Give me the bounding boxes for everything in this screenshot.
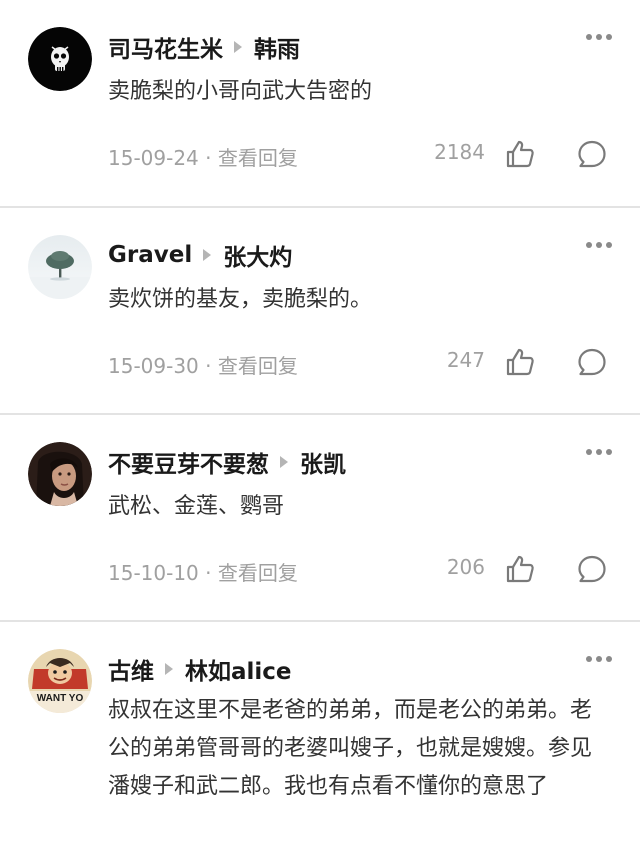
comment-author-line: 古维 林如alice [108, 652, 292, 686]
cartoon-avatar-icon: WANT YO [28, 649, 92, 713]
reply-bubble-icon[interactable] [576, 138, 608, 170]
comment-meta: 15-09-24 · 查看回复 [108, 142, 298, 171]
comment-text: 叔叔在这里不是老爸的弟弟，而是老公的弟弟。老公的弟弟管哥哥的老婆叫嫂子，也就是嫂… [108, 698, 593, 799]
view-replies-link[interactable]: 查看回复 [218, 561, 298, 585]
meta-separator: · [205, 146, 212, 170]
username[interactable]: 古维 [108, 652, 154, 686]
comment-meta: 15-09-30 · 查看回复 [108, 350, 298, 379]
like-count: 206 [446, 555, 485, 579]
thumbs-up-icon[interactable] [504, 553, 536, 585]
meta-separator: · [205, 354, 212, 378]
comment-author-line: Gravel 张大灼 [108, 238, 292, 272]
avatar[interactable] [28, 442, 92, 506]
comment-item: Gravel 张大灼 卖炊饼的基友，卖脆梨的。 15-09-30 · 查看回复 … [0, 208, 640, 415]
avatar[interactable]: WANT YO [28, 649, 92, 713]
comment-date: 15-09-30 [108, 354, 199, 378]
more-options-icon[interactable] [586, 656, 612, 662]
reply-arrow-icon [280, 456, 288, 468]
reply-arrow-icon [165, 663, 173, 675]
comment-date: 15-10-10 [108, 561, 199, 585]
view-replies-link[interactable]: 查看回复 [218, 354, 298, 378]
reply-to-username[interactable]: 张大灼 [223, 238, 292, 272]
username[interactable]: Gravel [108, 242, 192, 268]
reply-arrow-icon [203, 249, 212, 261]
more-options-icon[interactable] [586, 242, 612, 248]
avatar[interactable] [28, 235, 92, 299]
username[interactable]: 司马花生米 [108, 30, 223, 64]
reply-bubble-icon[interactable] [576, 346, 608, 378]
reply-to-username[interactable]: 张凯 [300, 445, 346, 479]
more-options-icon[interactable] [586, 34, 612, 40]
view-replies-link[interactable]: 查看回复 [218, 146, 298, 170]
reply-bubble-icon[interactable] [576, 553, 608, 585]
comment-feed: 司马花生米 韩雨 卖脆梨的小哥向武大告密的 15-09-24 · 查看回复 21… [0, 0, 640, 863]
username[interactable]: 不要豆芽不要葱 [108, 445, 269, 479]
reply-to-username[interactable]: 林如alice [185, 652, 292, 686]
comment-meta: 15-10-10 · 查看回复 [108, 557, 298, 586]
comment-item: 不要豆芽不要葱 张凯 武松、金莲、鹦哥 15-10-10 · 查看回复 206 [0, 415, 640, 622]
comment-item: WANT YO 古维 林如alice 叔叔在这里不是老爸的弟弟，而是老公的弟弟。… [0, 622, 640, 863]
portrait-avatar-icon [28, 442, 92, 506]
comment-item: 司马花生米 韩雨 卖脆梨的小哥向武大告密的 15-09-24 · 查看回复 21… [0, 0, 640, 208]
reply-to-username[interactable]: 韩雨 [254, 30, 300, 64]
thumbs-up-icon[interactable] [504, 138, 536, 170]
tree-avatar-icon [28, 235, 92, 299]
comment-date: 15-09-24 [108, 146, 199, 170]
thumbs-up-icon[interactable] [504, 346, 536, 378]
comment-text: 武松、金莲、鹦哥 [108, 494, 285, 519]
comment-author-line: 不要豆芽不要葱 张凯 [108, 445, 346, 479]
avatar[interactable] [28, 27, 92, 91]
avatar-text: WANT YO [37, 693, 84, 704]
comment-author-line: 司马花生米 韩雨 [108, 30, 300, 64]
more-options-icon[interactable] [586, 449, 612, 455]
comment-text: 卖炊饼的基友，卖脆梨的。 [108, 287, 373, 312]
comment-text: 卖脆梨的小哥向武大告密的 [108, 79, 373, 104]
like-count: 247 [446, 348, 485, 372]
skull-avatar-icon [28, 27, 92, 91]
meta-separator: · [205, 561, 212, 585]
like-count: 2184 [434, 140, 485, 164]
reply-arrow-icon [234, 41, 242, 53]
